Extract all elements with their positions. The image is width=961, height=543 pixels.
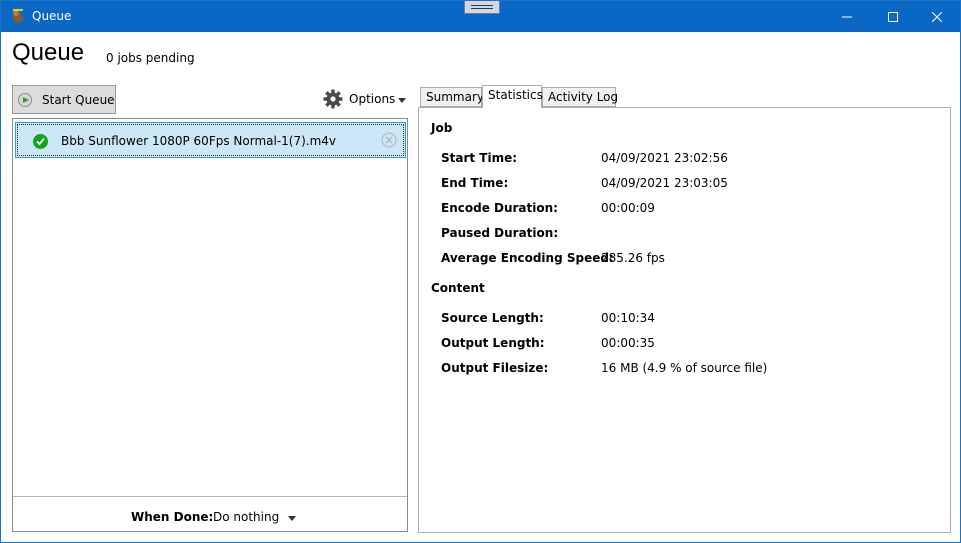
start-queue-label: Start Queue — [42, 92, 115, 107]
options-label: Options — [349, 92, 396, 106]
drag-grip-icon[interactable] — [464, 1, 500, 14]
average-speed-label: Average Encoding Speed: — [441, 251, 614, 265]
source-length-value: 00:10:34 — [601, 311, 655, 325]
start-time-value: 04/09/2021 23:02:56 — [601, 151, 728, 165]
minimize-icon — [842, 16, 852, 17]
encode-duration-value: 00:00:09 — [601, 201, 655, 215]
queue-list[interactable]: Bbb Sunflower 1080P 60Fps Normal-1(7).m4… — [12, 118, 408, 532]
when-done-label: When Done: — [131, 510, 214, 524]
title-bar[interactable]: Queue — [1, 1, 960, 32]
end-time-value: 04/09/2021 23:03:05 — [601, 176, 728, 190]
output-length-value: 00:00:35 — [601, 336, 655, 350]
output-filesize-label: Output Filesize: — [441, 361, 549, 375]
tab-summary[interactable]: Summary — [420, 87, 484, 107]
content-section-heading: Content — [431, 281, 485, 295]
window-title: Queue — [32, 9, 72, 23]
output-length-label: Output Length: — [441, 336, 545, 350]
maximize-button[interactable] — [870, 1, 916, 32]
queue-item-name: Bbb Sunflower 1080P 60Fps Normal-1(7).m4… — [61, 134, 337, 148]
when-done-bar: When Done: Do nothing — [13, 496, 407, 531]
encode-duration-label: Encode Duration: — [441, 201, 558, 215]
gear-icon — [323, 89, 343, 109]
chevron-down-icon — [288, 515, 297, 521]
play-icon — [18, 92, 32, 107]
start-time-label: Start Time: — [441, 151, 518, 165]
tab-activity-log[interactable]: Activity Log — [542, 87, 618, 107]
queue-window: Queue Queue 0 jobs pending Start Queue O… — [0, 0, 961, 543]
job-section-heading: Job — [431, 121, 453, 135]
average-speed-value: 285.26 fps — [601, 251, 665, 265]
pending-count: 0 jobs pending — [106, 51, 195, 65]
end-time-label: End Time: — [441, 176, 509, 190]
page-title: Queue — [12, 39, 85, 66]
tab-statistics[interactable]: Statistics — [482, 85, 543, 108]
paused-duration-label: Paused Duration: — [441, 226, 559, 240]
chevron-down-icon — [398, 97, 407, 103]
when-done-select[interactable]: Do nothing — [213, 510, 297, 524]
check-circle-icon — [33, 134, 48, 149]
statistics-panel: Job Start Time: 04/09/2021 23:02:56 End … — [418, 107, 951, 533]
minimize-button[interactable] — [824, 1, 870, 32]
source-length-label: Source Length: — [441, 311, 544, 325]
when-done-value: Do nothing — [213, 510, 280, 524]
close-icon — [932, 11, 942, 22]
app-icon — [13, 9, 23, 23]
remove-item-icon[interactable] — [381, 132, 397, 148]
close-button[interactable] — [914, 1, 960, 32]
maximize-icon — [888, 11, 898, 22]
start-queue-button[interactable]: Start Queue — [12, 85, 116, 114]
options-dropdown[interactable]: Options — [323, 89, 407, 109]
queue-item[interactable]: Bbb Sunflower 1080P 60Fps Normal-1(7).m4… — [15, 122, 406, 158]
output-filesize-value: 16 MB (4.9 % of source file) — [601, 361, 768, 375]
